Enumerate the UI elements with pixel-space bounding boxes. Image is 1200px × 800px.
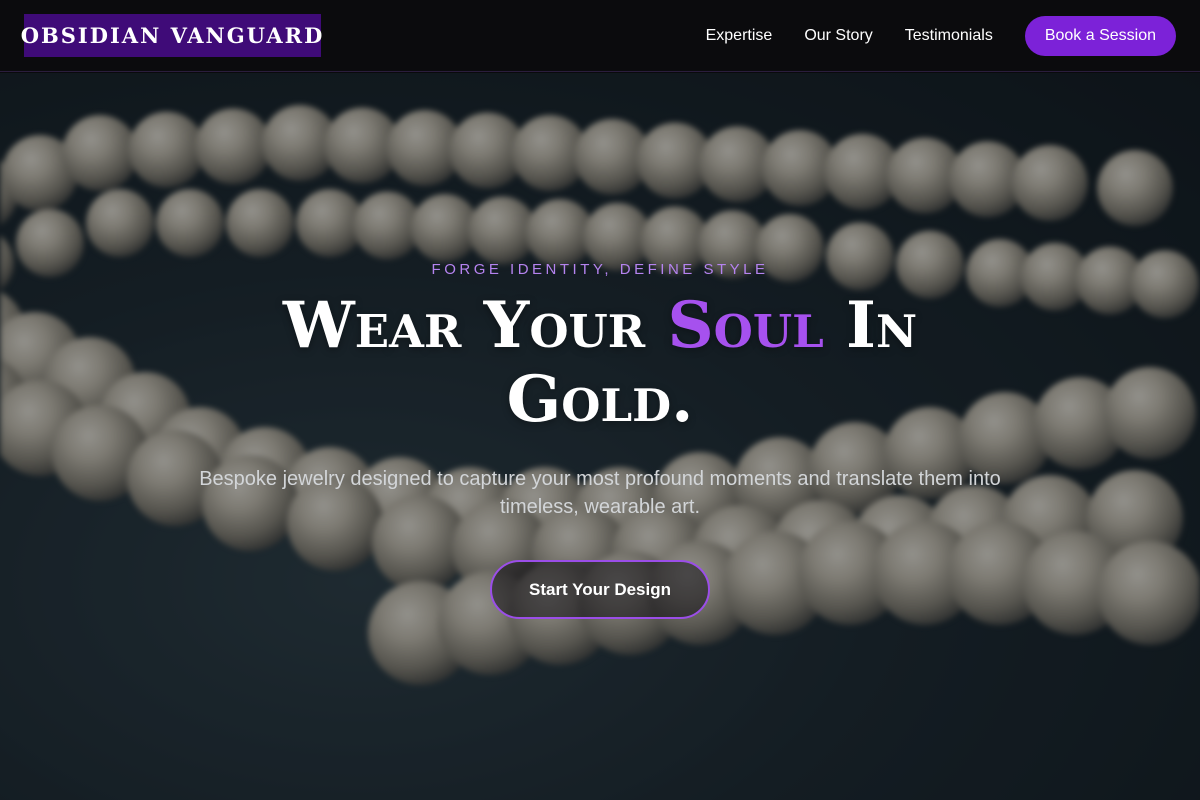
hero-subhead: Bespoke jewelry designed to capture your… (199, 468, 1001, 518)
logo[interactable]: OBSIDIAN VANGUARD (21, 14, 322, 57)
headline-accent: Soul (667, 288, 824, 363)
hero-headline: Wear Your Soul In Gold. (200, 289, 1000, 437)
nav-link-expertise[interactable]: Expertise (706, 27, 773, 45)
nav-link-testimonials[interactable]: Testimonials (905, 27, 993, 45)
nav-link-our-story[interactable]: Our Story (804, 27, 872, 45)
logo-text: OBSIDIAN VANGUARD (20, 23, 325, 48)
main-nav: Expertise Our Story Testimonials Book a … (706, 16, 1176, 56)
hero-section: FORGE IDENTITY, DEFINE STYLE Wear Your S… (0, 73, 1200, 800)
book-session-button[interactable]: Book a Session (1024, 16, 1176, 56)
start-design-button[interactable]: Start Your Design (490, 560, 710, 619)
site-header: OBSIDIAN VANGUARD Expertise Our Story Te… (0, 0, 1200, 72)
hero-eyebrow: FORGE IDENTITY, DEFINE STYLE (431, 261, 769, 278)
headline-part1: Wear Your (282, 288, 646, 363)
